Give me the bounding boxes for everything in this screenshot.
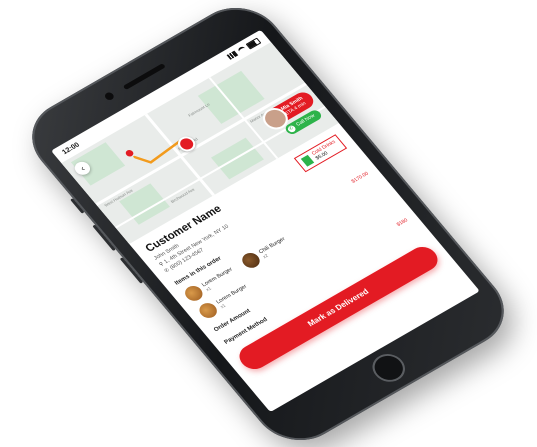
call-now-label: Call Now: [295, 112, 317, 128]
app-screen: 12:00 West Hudson Ave Birchwood Ave Mano…: [50, 29, 480, 413]
front-camera: [103, 91, 116, 102]
earpiece-speaker: [122, 63, 166, 91]
volume-down-button: [119, 257, 144, 284]
phone-icon: ✆: [286, 124, 298, 134]
volume-up-button: [92, 224, 116, 251]
road-label: Fairmount Ln: [187, 101, 211, 118]
order-amount-value: $180: [395, 217, 410, 228]
mute-switch: [70, 198, 85, 214]
items-total: $170.00: [350, 170, 371, 185]
phone-body: 12:00 West Hudson Ave Birchwood Ave Mano…: [14, 0, 522, 447]
signal-icon: [226, 50, 239, 60]
home-button: [365, 348, 412, 388]
phone-mockup: 12:00 West Hudson Ave Birchwood Ave Mano…: [14, 0, 522, 447]
mockup-stage: 12:00 West Hudson Ave Birchwood Ave Mano…: [0, 0, 537, 447]
drink-can-icon: [300, 154, 315, 167]
battery-icon: [245, 37, 262, 50]
wifi-icon: [236, 45, 248, 55]
